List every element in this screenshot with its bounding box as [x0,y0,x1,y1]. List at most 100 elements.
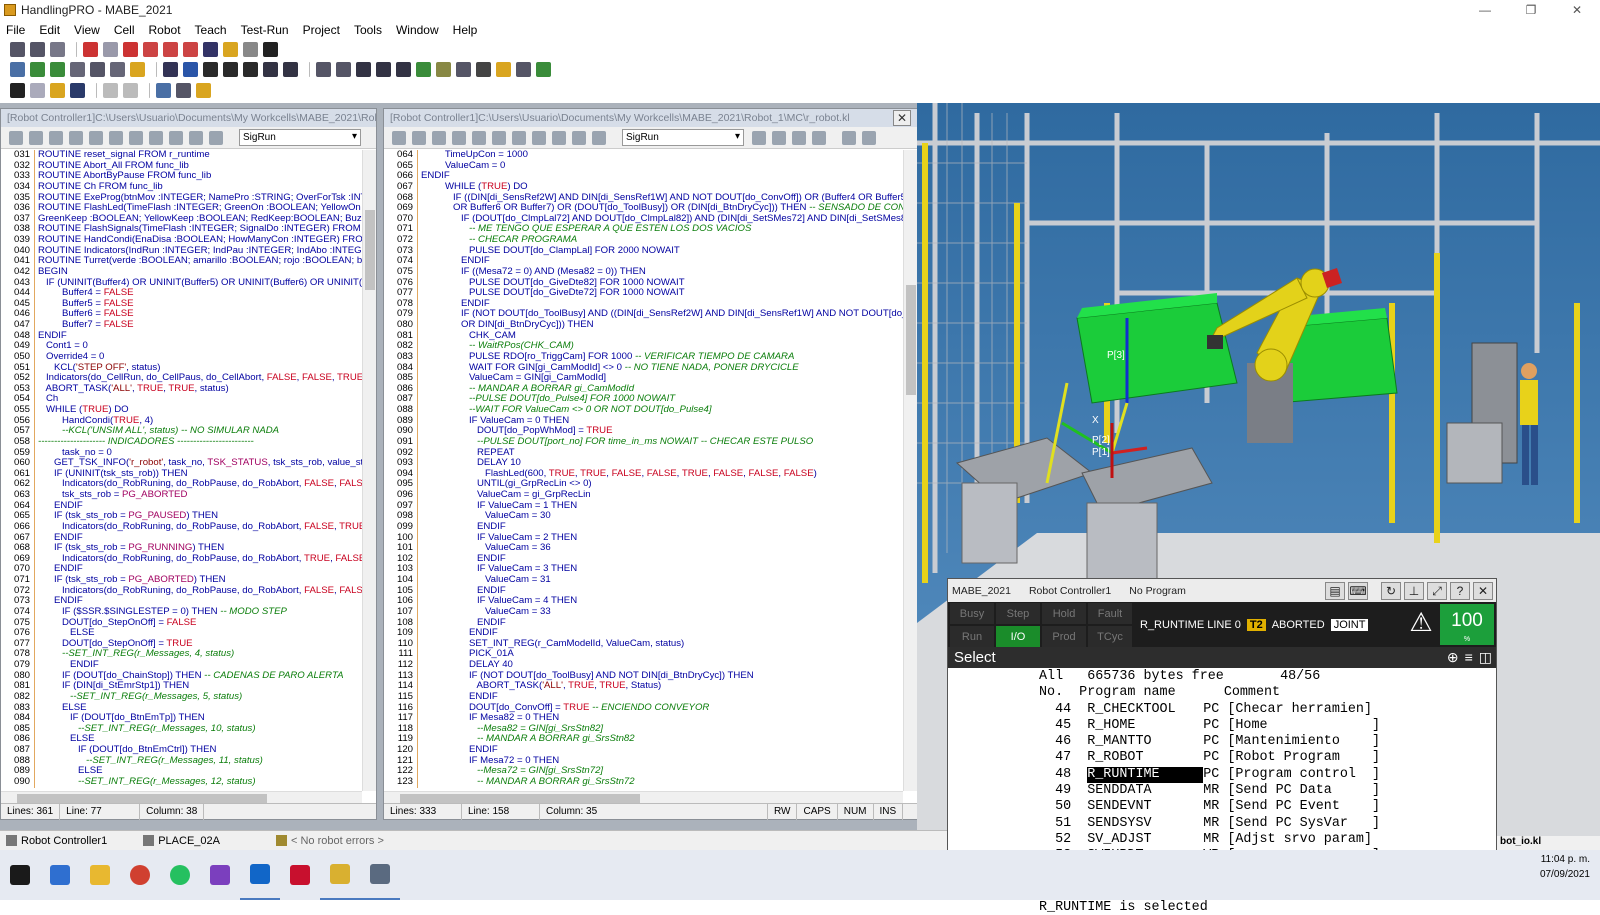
reach-icon[interactable] [376,61,391,77]
taskbar-app-roboguide[interactable] [320,850,360,900]
cut-icon[interactable] [89,130,103,145]
code-line[interactable]: 091 --PULSE DOUT[port_no] FOR time_in_ms… [384,436,903,448]
taskbar-app-outlook[interactable] [240,850,280,900]
zoom-icon[interactable]: ⊕ [1447,649,1459,666]
program-row[interactable]: 44 R_CHECKTOOL PC [Checar herramien] [948,702,1496,718]
code-line[interactable]: 107 ValueCam = 33 [384,606,903,618]
zoom-window-icon[interactable] [50,41,65,57]
minimize-button[interactable]: — [1462,0,1508,20]
collision-icon[interactable] [203,41,218,57]
menu-project[interactable]: Project [303,23,340,37]
menu-tools[interactable]: Tools [354,23,382,37]
pendant-undock-icon[interactable]: ⤢ [1427,581,1447,600]
menu-teach[interactable]: Teach [195,23,227,37]
part-icon[interactable] [436,61,451,77]
taskbar-app-explorer[interactable] [80,850,120,900]
find-prev-icon[interactable] [772,130,786,145]
program-row[interactable]: 49 SENDDATA MR [Send PC Data ] [948,783,1496,799]
target-icon[interactable] [356,61,371,77]
menu-window[interactable]: Window [396,23,439,37]
trace-icon[interactable] [336,61,351,77]
io-panel-icon[interactable] [90,61,105,77]
start-button[interactable] [0,850,40,900]
menu-view[interactable]: View [74,23,100,37]
code-line[interactable]: 067 WHILE (TRUE) DO [384,181,903,193]
sim-icon[interactable] [496,61,511,77]
code-line[interactable]: 082 --SET_INT_REG(r_Messages, 5, status) [1,691,362,703]
open-icon[interactable] [9,130,23,145]
camera-icon[interactable] [263,41,278,57]
frame-icon[interactable] [143,41,158,57]
menu-help[interactable]: Help [453,23,478,37]
copy-icon[interactable] [492,130,506,145]
redo-icon[interactable] [189,130,203,145]
settings-icon[interactable] [516,61,531,77]
code-line[interactable]: 058 --------------------- INDICADORES ---… [1,436,362,448]
cycle-icon[interactable] [163,61,178,77]
robot-jog-icon[interactable] [123,41,138,57]
code-line[interactable]: 042 BEGIN [1,266,362,278]
ruler-icon[interactable] [223,41,238,57]
code-line[interactable]: 090 --SET_INT_REG(r_Messages, 12, status… [1,776,362,788]
measure-icon[interactable] [103,41,118,57]
profile-icon[interactable] [316,61,331,77]
abort-icon[interactable] [263,61,278,77]
close-icon[interactable]: ✕ [893,110,911,126]
code-line[interactable]: 123 -- MANDAR A BORRAR gi_SrsStn72 [384,776,903,788]
paste-icon[interactable] [129,130,143,145]
program-row[interactable]: 45 R_HOME PC [Home ] [948,718,1496,734]
move-target-icon[interactable] [83,41,98,57]
taskbar-app-whatsapp[interactable] [160,850,200,900]
taskbar-app-chrome[interactable] [120,850,160,900]
print-icon[interactable] [452,130,466,145]
menu-edit[interactable]: Edit [39,23,60,37]
help-icon[interactable] [862,130,876,145]
find-icon[interactable] [592,130,606,145]
hand-icon[interactable] [243,41,258,57]
vertical-scrollbar[interactable] [362,150,376,791]
translate-icon[interactable] [812,130,826,145]
stop-icon[interactable] [223,61,238,77]
program-row[interactable]: 50 SENDEVNT MR [Send PC Event ] [948,799,1496,815]
copy-icon[interactable] [109,130,123,145]
save-all-icon[interactable] [49,130,63,145]
redo-icon[interactable] [123,82,138,98]
code-line[interactable]: 050 Override4 = 0 [1,351,362,363]
open-folder-icon[interactable] [50,82,65,98]
menu-test-run[interactable]: Test-Run [241,23,289,37]
program-row[interactable]: 48 R_RUNTIME PC [Program control ] [948,766,1496,784]
menu-icon[interactable]: ≡ [1465,649,1473,666]
redo-icon[interactable] [572,130,586,145]
gauge-icon[interactable] [456,61,471,77]
replace-icon[interactable] [792,130,806,145]
pause-icon[interactable] [203,61,218,77]
code-line[interactable]: 066 Indicators(do_RobRuning, do_RobPause… [1,521,362,533]
program-row[interactable]: 47 R_ROBOT PC [Robot Program ] [948,750,1496,766]
taskbar-app-todo[interactable] [40,850,80,900]
find-next-icon[interactable] [752,130,766,145]
undo-pos-icon[interactable] [70,61,85,77]
program-row[interactable]: 52 SV_ADJST MR [Adjst srvo param] [948,832,1496,848]
restore-button[interactable]: ❐ [1508,0,1554,20]
save-icon[interactable] [70,82,85,98]
close-button[interactable]: ✕ [1554,0,1600,20]
print-icon[interactable] [69,130,83,145]
chart-icon[interactable] [176,82,191,98]
zoom-out-icon[interactable] [30,41,45,57]
open-file-tab[interactable]: bot_io.kl [1497,836,1600,850]
eject-icon[interactable] [243,61,258,77]
record-icon[interactable] [30,61,45,77]
on-icon[interactable] [476,61,491,77]
system-clock[interactable]: 11:04 p. m. 07/09/2021 [1540,852,1590,882]
zoom-in-icon[interactable] [10,41,25,57]
tool-frame-icon[interactable] [163,41,178,57]
code-area[interactable]: 031 ROUTINE reset_signal FROM r_runtime 03… [1,150,362,791]
pendant-keyboard-icon[interactable]: ⌨ [1348,581,1368,600]
checkmark-icon[interactable] [536,61,551,77]
taskbar-app-acrobat[interactable] [280,850,320,900]
taskbar-app-pendant[interactable] [360,850,400,900]
tab-robot-errors[interactable]: < No robot errors > [275,835,384,847]
play-icon[interactable] [183,61,198,77]
code-line[interactable]: 065 ValueCam = 0 [384,160,903,172]
tab-robot-controller[interactable]: Robot Controller1 [6,835,107,847]
